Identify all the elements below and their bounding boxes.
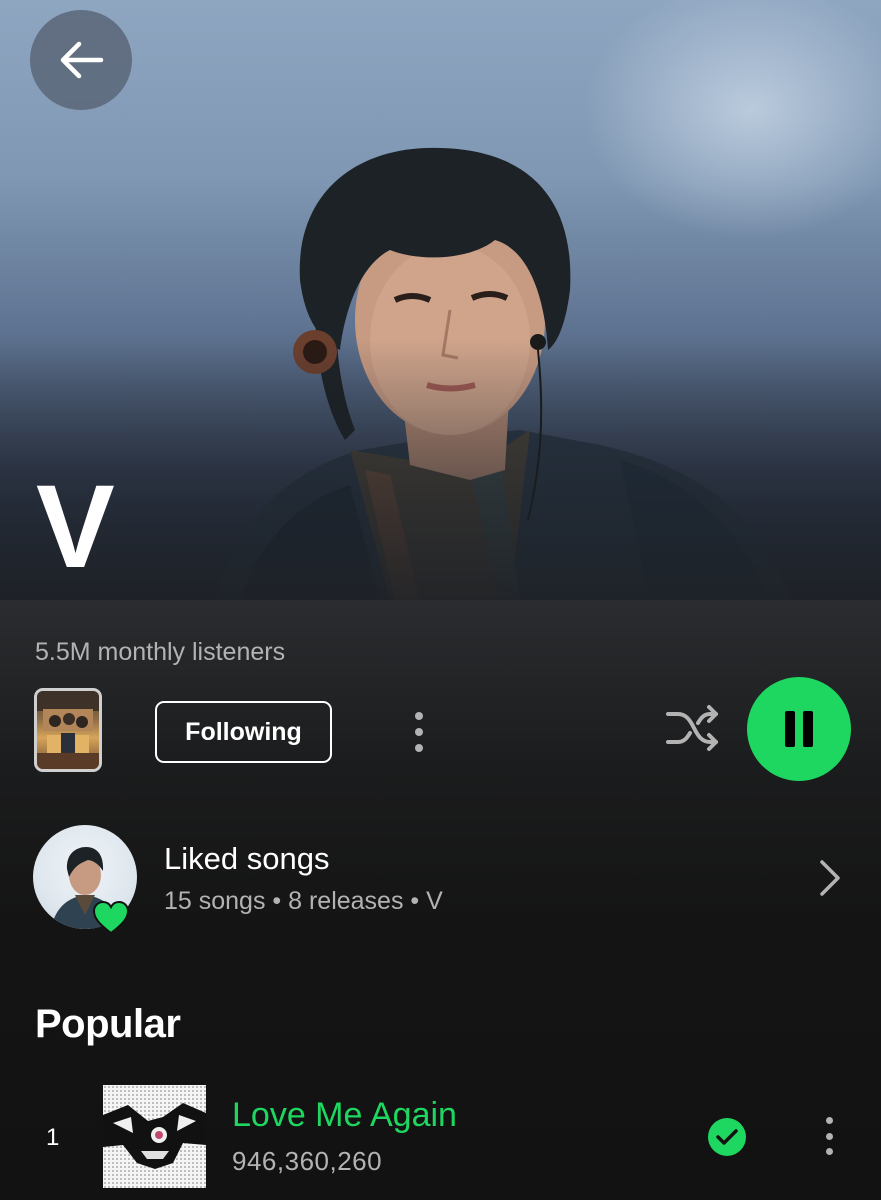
check-icon	[716, 1129, 738, 1145]
more-dot	[825, 1132, 833, 1140]
shuffle-button[interactable]	[664, 702, 722, 754]
track-play-count: 946,360,260	[232, 1146, 383, 1176]
heart-icon	[93, 901, 129, 935]
artist-clip-thumbnail[interactable]	[34, 688, 102, 772]
more-dot	[415, 728, 423, 736]
track-row[interactable]: 1 Love Me Again 946,360,260	[0, 1082, 881, 1200]
pause-bar	[803, 711, 813, 747]
pause-bar	[785, 711, 795, 747]
pause-icon	[781, 711, 817, 747]
artist-name: V	[36, 461, 115, 593]
thumbnail-image	[37, 691, 99, 769]
liked-songs-row[interactable]: Liked songs 15 songs • 8 releases • V	[33, 825, 853, 935]
following-button[interactable]: Following	[155, 701, 332, 763]
pause-button[interactable]	[747, 677, 851, 781]
more-options-button[interactable]	[402, 708, 436, 756]
more-vertical-icon	[415, 712, 423, 720]
track-cover-art	[103, 1085, 206, 1188]
liked-songs-title: Liked songs	[164, 841, 330, 876]
track-index: 1	[46, 1124, 60, 1151]
chevron-right-icon	[820, 860, 840, 896]
track-title: Love Me Again	[232, 1096, 457, 1134]
cover-art-image	[103, 1085, 206, 1188]
shuffle-icon	[666, 705, 718, 751]
more-dot	[415, 744, 423, 752]
artist-hero-image	[0, 0, 881, 600]
liked-songs-subtitle: 15 songs • 8 releases • V	[164, 887, 443, 915]
track-more-button[interactable]	[814, 1114, 844, 1158]
more-vertical-icon	[825, 1117, 833, 1124]
arrow-left-icon	[60, 41, 104, 79]
back-button[interactable]	[30, 10, 132, 110]
hero-gradient-overlay	[0, 340, 881, 600]
check-circle-icon	[708, 1118, 746, 1156]
monthly-listeners: 5.5M monthly listeners	[35, 638, 286, 666]
thumbnail-art	[37, 691, 99, 769]
popular-section-title: Popular	[35, 1002, 181, 1046]
more-dot	[825, 1148, 833, 1155]
